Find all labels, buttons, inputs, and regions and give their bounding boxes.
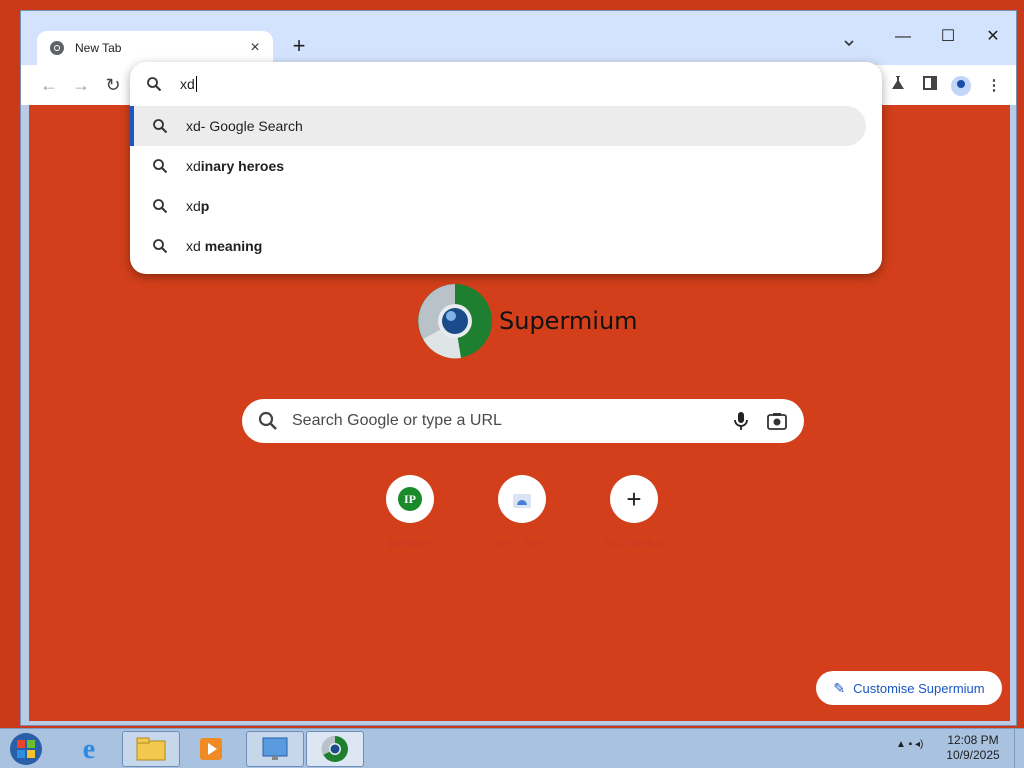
shortcut-tile: IP bbox=[386, 475, 434, 523]
search-placeholder: Search Google or type a URL bbox=[292, 412, 502, 429]
plus-icon: + bbox=[626, 484, 642, 514]
tab-title: New Tab bbox=[75, 41, 122, 55]
labs-flask-icon[interactable] bbox=[887, 75, 909, 97]
supermium-taskbar-icon[interactable] bbox=[306, 731, 364, 767]
search-icon bbox=[258, 411, 277, 430]
taskbar-clock[interactable]: 12:08 PM 10/9/2025 bbox=[940, 733, 1006, 763]
shortcut-ipchicken[interactable]: IP ipchicken bbox=[354, 475, 466, 549]
close-window-button[interactable]: ✕ bbox=[971, 25, 1015, 49]
search-icon bbox=[153, 239, 168, 254]
search-icon bbox=[153, 199, 168, 214]
suggestion-rest: meaning bbox=[204, 238, 263, 254]
new-tab-button[interactable]: + bbox=[287, 35, 311, 59]
start-button-icon[interactable] bbox=[6, 731, 46, 767]
shortcut-add[interactable]: + Add shortcut bbox=[578, 475, 690, 549]
suggestion-prefix: xd bbox=[186, 118, 201, 134]
suggestion-item[interactable]: xd - Google Search bbox=[130, 106, 866, 146]
address-bar[interactable]: xd bbox=[130, 62, 882, 106]
microphone-icon[interactable] bbox=[730, 410, 752, 432]
shortcut-label: ipchicken bbox=[387, 537, 433, 549]
menu-kebab-icon[interactable]: ⋮ bbox=[983, 75, 1005, 97]
suggestion-rest: - Google Search bbox=[200, 118, 303, 134]
suggestion-item[interactable]: xd inary heroes bbox=[130, 146, 866, 186]
shortcut-label: Web Store bbox=[496, 537, 548, 549]
file-explorer-icon[interactable] bbox=[122, 731, 180, 767]
search-icon bbox=[153, 159, 168, 174]
suggestion-prefix: xd bbox=[186, 198, 201, 214]
svg-text:e: e bbox=[83, 734, 95, 764]
minimize-button[interactable]: — bbox=[881, 25, 925, 49]
system-tray-icons[interactable]: ▲ ▪ ◂) bbox=[896, 739, 923, 750]
camera-lens-icon[interactable] bbox=[766, 410, 788, 432]
web-store-icon bbox=[513, 494, 531, 508]
supermium-logo-icon bbox=[418, 284, 492, 359]
reload-button[interactable]: ↻ bbox=[101, 73, 125, 97]
pencil-icon: ✎ bbox=[833, 679, 846, 696]
tab-new-tab[interactable]: New Tab × bbox=[37, 31, 273, 65]
tab-close-button[interactable]: × bbox=[245, 39, 265, 57]
title-bar: New Tab × + — ☐ ✕ bbox=[21, 11, 1016, 65]
control-panel-icon[interactable] bbox=[246, 731, 304, 767]
suggestion-prefix: xd bbox=[186, 158, 201, 174]
suggestion-item[interactable]: xd p bbox=[130, 186, 866, 226]
media-player-icon[interactable] bbox=[182, 731, 240, 767]
back-button[interactable]: ← bbox=[37, 73, 61, 97]
windows-taskbar: e ▲ ▪ ◂) 12:08 PM 10/9/2025 bbox=[0, 728, 1024, 768]
suggestion-item[interactable]: xd meaning bbox=[130, 226, 866, 266]
omnibox-dropdown: xd xd - Google Search xd inary heroes xd p… bbox=[130, 62, 882, 274]
chrome-favicon-icon bbox=[50, 41, 64, 55]
clock-date: 10/9/2025 bbox=[946, 748, 1000, 762]
clock-time: 12:08 PM bbox=[947, 733, 999, 747]
suggestion-prefix: xd bbox=[186, 238, 205, 254]
brand-name: Supermium bbox=[499, 307, 638, 335]
maximize-button[interactable]: ☐ bbox=[926, 25, 970, 49]
address-input-value: xd bbox=[180, 76, 195, 92]
ip-favicon-icon: IP bbox=[398, 487, 422, 511]
profile-avatar-icon[interactable] bbox=[950, 75, 972, 97]
search-icon bbox=[153, 119, 168, 134]
ntp-search-box[interactable]: Search Google or type a URL bbox=[242, 399, 804, 443]
show-desktop-button[interactable] bbox=[1014, 729, 1024, 768]
brand-logo: Supermium bbox=[417, 283, 638, 359]
shortcut-web-store[interactable]: Web Store bbox=[466, 475, 578, 549]
side-panel-icon[interactable] bbox=[919, 75, 941, 97]
search-icon bbox=[147, 77, 162, 92]
customise-button[interactable]: ✎ Customise Supermium bbox=[816, 671, 1002, 705]
shortcut-tile bbox=[498, 475, 546, 523]
suggestion-rest: p bbox=[200, 198, 210, 214]
shortcut-label: Add shortcut bbox=[603, 537, 665, 549]
tab-search-chevron-icon[interactable] bbox=[839, 37, 859, 57]
internet-explorer-icon[interactable]: e bbox=[60, 731, 118, 767]
customise-label: Customise Supermium bbox=[853, 680, 985, 696]
forward-button[interactable]: → bbox=[69, 73, 93, 97]
shortcut-tile: + bbox=[610, 475, 658, 523]
suggestion-rest: inary heroes bbox=[200, 158, 285, 174]
